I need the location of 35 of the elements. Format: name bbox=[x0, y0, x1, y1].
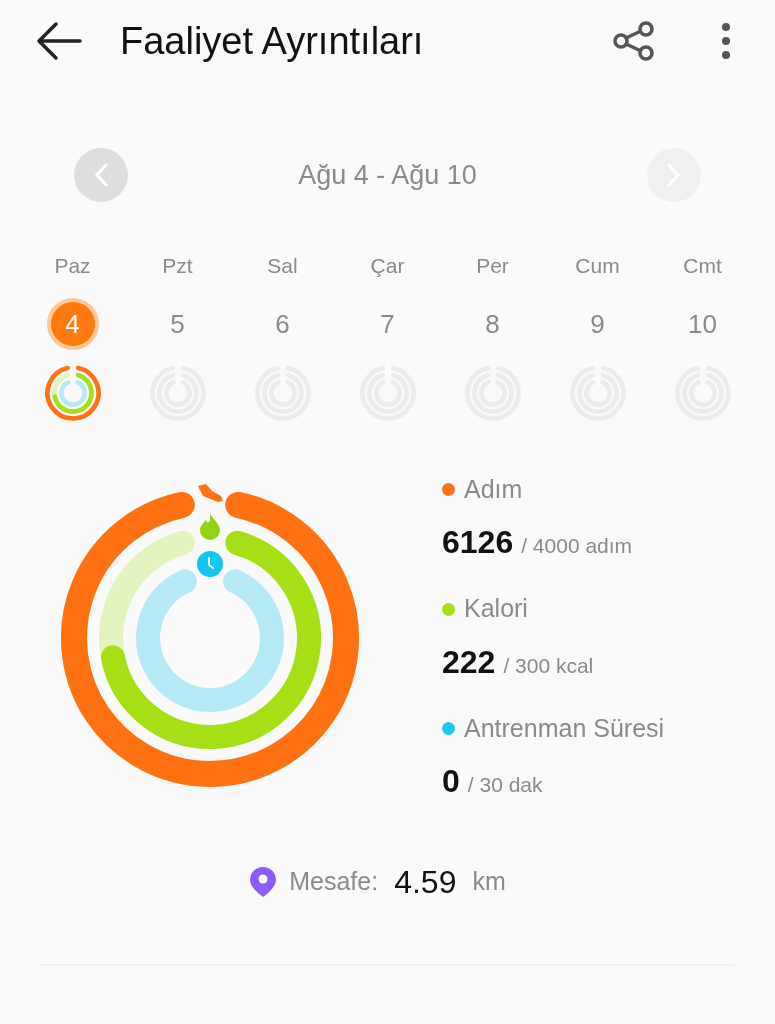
back-arrow-icon bbox=[36, 21, 82, 61]
weekday-label: Sal bbox=[267, 253, 298, 279]
weekday-label: Cum bbox=[575, 253, 620, 279]
metric-value: 0 bbox=[442, 762, 460, 802]
metric-goal: / 300 kcal bbox=[503, 652, 594, 679]
distance-label: Mesafe: bbox=[289, 866, 379, 898]
day-button[interactable]: 5 bbox=[151, 298, 204, 350]
weekday-label: Per bbox=[476, 253, 509, 279]
chevron-left-icon bbox=[94, 163, 108, 187]
metric-value: 222 bbox=[442, 642, 496, 682]
share-icon bbox=[612, 21, 656, 61]
page-title: Faaliyet Ayrıntıları bbox=[120, 18, 424, 64]
day-button[interactable]: 9 bbox=[571, 298, 624, 350]
week-range: Ağu 4 - Ağu 10 bbox=[298, 158, 477, 192]
more-icon bbox=[721, 22, 731, 60]
metric-value: 6126 bbox=[442, 523, 514, 563]
distance-value: 4.59 bbox=[394, 863, 457, 902]
weekday-label: Çar bbox=[370, 253, 405, 279]
day-button[interactable]: 4 bbox=[46, 298, 99, 350]
weekday-label: Pzt bbox=[162, 253, 193, 279]
metric-label: Adım bbox=[464, 473, 523, 505]
distance-unit: km bbox=[472, 866, 506, 898]
metric-label: Antrenman Süresi bbox=[464, 712, 665, 744]
day-button[interactable]: 7 bbox=[361, 298, 414, 350]
location-pin-icon bbox=[249, 866, 278, 898]
flame-icon bbox=[198, 512, 222, 540]
day-button[interactable]: 10 bbox=[676, 298, 729, 350]
day-button[interactable]: 8 bbox=[466, 298, 519, 350]
metric-goal: / 4000 adım bbox=[521, 533, 633, 560]
clock-icon bbox=[197, 551, 223, 577]
weekday-label: Paz bbox=[54, 253, 91, 279]
day-button[interactable]: 6 bbox=[256, 298, 309, 350]
weekday-label: Cmt bbox=[683, 253, 722, 279]
metric-label: Kalori bbox=[464, 593, 528, 625]
metric-goal: / 30 dak bbox=[467, 772, 543, 799]
